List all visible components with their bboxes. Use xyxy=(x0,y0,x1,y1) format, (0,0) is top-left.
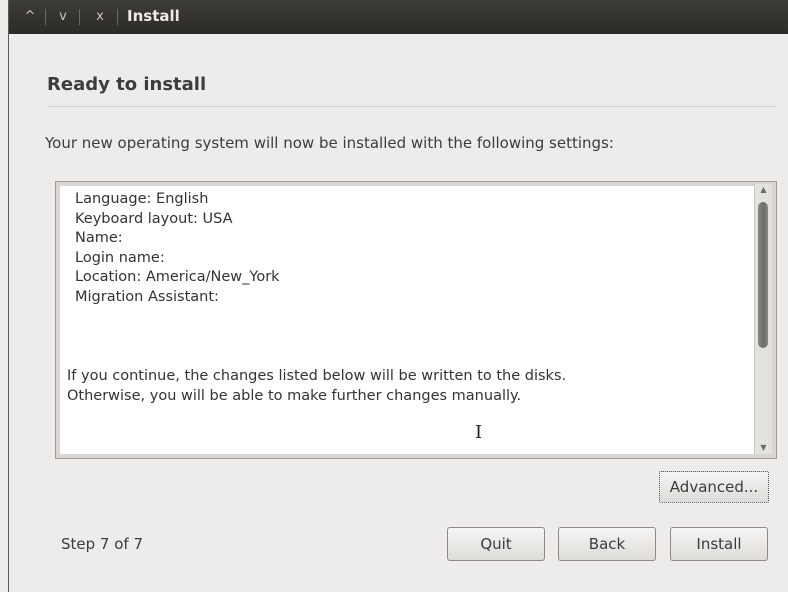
settings-item: Location: America/New_York xyxy=(75,269,280,285)
notice-line: Otherwise, you will be able to make furt… xyxy=(67,387,522,404)
scroll-thumb[interactable] xyxy=(758,202,768,348)
settings-item: Name: xyxy=(75,230,123,246)
chevron-down-icon[interactable]: v xyxy=(54,8,72,26)
scroll-down-arrow-icon[interactable]: ▼ xyxy=(755,442,772,454)
settings-item: Migration Assistant: xyxy=(75,288,219,305)
advanced-button[interactable]: Advanced... xyxy=(659,471,769,503)
window-title: Install xyxy=(127,7,180,25)
step-indicator: Step 7 of 7 xyxy=(61,535,144,553)
title-divider xyxy=(47,106,777,107)
settings-item: Language: English xyxy=(75,191,209,207)
installer-window: ^ v x Install Ready to install Your new … xyxy=(8,0,788,592)
title-bar: ^ v x Install xyxy=(9,0,788,34)
summary-text-view[interactable]: Language: English Keyboard layout: USA N… xyxy=(67,190,739,452)
settings-list: Language: English Keyboard layout: USA N… xyxy=(75,190,739,307)
scroll-up-arrow-icon[interactable]: ▲ xyxy=(755,184,772,196)
settings-item: Keyboard layout: USA xyxy=(75,210,233,227)
page-title: Ready to install xyxy=(47,74,207,95)
disk-changes-notice: If you continue, the changes listed belo… xyxy=(67,367,739,406)
summary-scrollbar[interactable]: ▲ ▼ xyxy=(754,184,772,454)
chevron-up-icon[interactable]: ^ xyxy=(21,8,39,26)
title-bar-separator xyxy=(117,9,118,25)
title-bar-separator xyxy=(79,9,80,25)
page-subtitle: Your new operating system will now be in… xyxy=(45,134,614,152)
text-cursor-icon: I xyxy=(475,422,483,443)
title-bar-separator xyxy=(45,9,46,25)
install-button[interactable]: Install xyxy=(670,527,768,561)
settings-item: Login name: xyxy=(75,249,165,266)
notice-line: If you continue, the changes listed belo… xyxy=(67,368,567,384)
quit-button[interactable]: Quit xyxy=(447,527,545,561)
close-icon[interactable]: x xyxy=(91,8,109,26)
back-button[interactable]: Back xyxy=(558,527,656,561)
